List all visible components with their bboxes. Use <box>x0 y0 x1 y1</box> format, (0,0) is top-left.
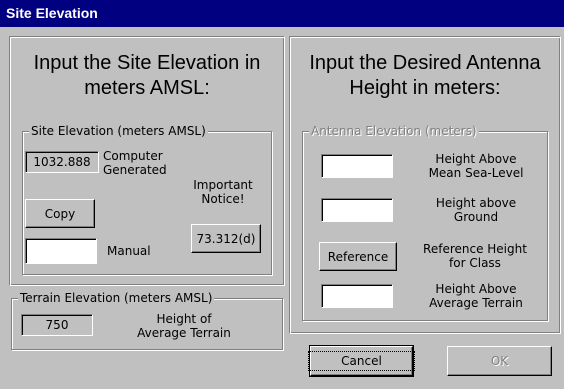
site-heading-line2: meters AMSL: <box>84 77 210 99</box>
title-bar: Site Elevation <box>0 0 564 27</box>
height-above-average-terrain-label: Height Above Average Terrain <box>429 282 523 310</box>
reference-height-label: Reference Height for Class <box>423 242 527 270</box>
antenna-heading: Input the Desired Antenna Height in mete… <box>290 51 560 101</box>
manual-label: Manual <box>107 244 151 258</box>
site-heading-line1: Input the Site Elevation in <box>33 52 261 74</box>
copy-button[interactable]: Copy <box>25 199 95 228</box>
terrain-elevation-group-label: Terrain Elevation (meters AMSL) <box>18 291 215 305</box>
cancel-button[interactable]: Cancel <box>308 345 415 377</box>
manual-elevation-input[interactable] <box>25 238 97 264</box>
computed-elevation-value: 1032.888 <box>33 155 91 169</box>
antenna-height-panel: Input the Desired Antenna Height in mete… <box>289 36 561 334</box>
reference-button[interactable]: Reference <box>319 242 397 271</box>
height-above-ground-label: Height above Ground <box>435 196 517 224</box>
height-above-ground-input[interactable] <box>321 198 393 222</box>
site-elevation-group-label: Site Elevation (meters AMSL) <box>29 124 208 138</box>
ok-button[interactable]: OK <box>447 346 552 376</box>
important-notice-label: Important Notice! <box>193 178 253 206</box>
computed-elevation-field: 1032.888 <box>25 151 99 173</box>
antenna-heading-line1: Input the Desired Antenna <box>309 52 541 74</box>
terrain-height-field: 750 <box>21 314 93 336</box>
antenna-heading-line2: Height in meters: <box>349 77 501 99</box>
height-above-average-terrain-input[interactable] <box>321 284 393 308</box>
notice-7331-button[interactable]: 73.312(d) <box>191 224 261 253</box>
height-amsl-label: Height Above Mean Sea-Level <box>428 152 524 180</box>
antenna-elevation-group-label: Antenna Elevation (meters) <box>309 124 479 138</box>
site-elevation-panel: Input the Site Elevation in meters AMSL:… <box>9 36 285 286</box>
site-heading: Input the Site Elevation in meters AMSL: <box>10 51 284 101</box>
height-amsl-input[interactable] <box>321 154 393 178</box>
antenna-elevation-group: Antenna Elevation (meters) Height Above … <box>302 124 548 321</box>
terrain-elevation-group: Terrain Elevation (meters AMSL) 750 Heig… <box>11 291 283 350</box>
window-title: Site Elevation <box>6 5 98 21</box>
terrain-height-label: Height of Average Terrain <box>137 312 231 340</box>
site-elevation-group: Site Elevation (meters AMSL) 1032.888 Co… <box>22 124 272 275</box>
computed-elevation-label: Computer Generated <box>103 149 167 177</box>
